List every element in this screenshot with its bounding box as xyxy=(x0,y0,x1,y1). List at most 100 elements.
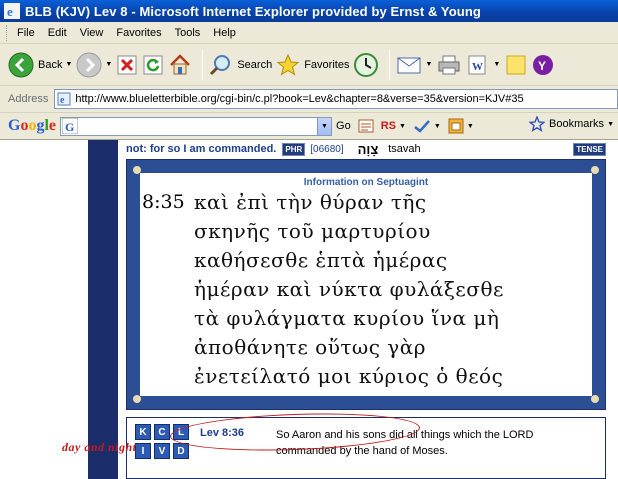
star-outline-icon xyxy=(529,116,546,132)
page-content: not: for so I am commanded. PHR [06680] … xyxy=(0,140,618,479)
menu-edit[interactable]: Edit xyxy=(48,27,67,39)
bookmarks-button[interactable]: Bookmarks ▼ xyxy=(529,116,614,132)
standard-toolbar: Back ▼ ▼ Search Favorites ▼ W ▼ Y xyxy=(0,44,618,86)
menu-view[interactable]: View xyxy=(80,27,104,39)
popup-dropdown-icon: ▼ xyxy=(466,122,474,130)
greek-line: ἀποθάνητε οὕτως γὰρ xyxy=(194,335,427,359)
kjv-phrase[interactable]: not: for so I am commanded. xyxy=(126,143,276,155)
menu-help[interactable]: Help xyxy=(213,27,236,39)
verse-number: 8:35 xyxy=(142,191,185,213)
svg-text:W: W xyxy=(472,61,483,73)
rs-label: RS xyxy=(380,120,396,132)
page-icon: e xyxy=(57,92,71,106)
back-arrow-icon xyxy=(8,52,34,77)
septuagint-panel: Information on Septuagint 8:35 καὶ ἐπὶ τ… xyxy=(126,159,606,410)
edit-dropdown-icon[interactable]: ▼ xyxy=(493,61,500,68)
navy-border-band xyxy=(88,140,118,479)
menu-bar: File Edit View Favorites Tools Help xyxy=(0,22,618,44)
menu-tools[interactable]: Tools xyxy=(175,27,201,39)
search-label: Search xyxy=(237,58,273,71)
spellcheck-icon xyxy=(414,120,430,133)
printer-icon xyxy=(438,55,460,74)
rs-button[interactable]: RS ▼ xyxy=(381,120,406,132)
favorites-button[interactable]: Favorites xyxy=(276,48,349,82)
google-g-icon: G xyxy=(62,118,79,134)
favorites-star-icon xyxy=(276,53,300,76)
address-label: Address xyxy=(8,93,49,105)
back-button[interactable]: Back ▼ xyxy=(8,48,72,82)
rs-dropdown-icon: ▼ xyxy=(398,122,406,130)
tense-badge[interactable]: TENSE xyxy=(573,142,606,156)
google-search-input[interactable]: G ▼ xyxy=(60,116,333,136)
window-title: BLB (KJV) Lev 8 - Microsoft Internet Exp… xyxy=(25,3,481,19)
greek-line: καὶ ἐπὶ τὴν θύραν τῆς xyxy=(194,190,427,214)
print-button[interactable] xyxy=(436,48,462,82)
back-label: Back xyxy=(38,58,63,71)
popup-blocker-icon xyxy=(448,118,464,134)
history-button[interactable] xyxy=(353,48,379,82)
home-button[interactable] xyxy=(168,48,192,82)
notes-button[interactable] xyxy=(504,48,528,82)
google-search-dropdown-icon[interactable]: ▼ xyxy=(317,117,332,135)
search-button[interactable]: Search xyxy=(209,48,272,82)
favorites-label: Favorites xyxy=(304,58,350,71)
stop-button[interactable] xyxy=(116,48,138,82)
edit-word-button[interactable]: W ▼ xyxy=(466,48,500,82)
google-logo[interactable]: Google xyxy=(8,117,56,135)
menu-file[interactable]: File xyxy=(17,27,35,39)
v-button[interactable]: V xyxy=(154,443,170,459)
url-text: http://www.blueletterbible.org/cgi-bin/c… xyxy=(75,93,524,105)
word-icon: W xyxy=(468,55,486,74)
greek-line: καθήσεσθε ἑπτὰ ἡμέρας xyxy=(194,248,448,272)
forward-button[interactable]: ▼ xyxy=(76,48,112,82)
mail-button[interactable]: ▼ xyxy=(396,48,432,82)
google-toolbar: Google G ▼ Go RS ▼ ▼ ▼ Bookmarks ▼ xyxy=(0,113,618,140)
google-go-button[interactable]: Go xyxy=(336,120,351,132)
bookmarks-label: Bookmarks xyxy=(549,118,605,130)
svg-text:e: e xyxy=(7,4,13,19)
history-icon xyxy=(354,52,379,77)
annotation-label: day and night xyxy=(62,440,137,454)
strongs-number[interactable]: [06680] xyxy=(310,144,343,155)
toolbar-grip[interactable] xyxy=(6,24,9,41)
bookmarks-dropdown-icon: ▼ xyxy=(607,120,614,128)
i-button[interactable]: I xyxy=(135,443,151,459)
septuagint-text-area: Information on Septuagint 8:35 καὶ ἐπὶ τ… xyxy=(140,173,592,396)
yahoo-icon: Y xyxy=(533,54,554,75)
ie-logo-icon: e xyxy=(4,3,20,19)
d-button[interactable]: D xyxy=(173,443,189,459)
greek-line: σκηνῆς τοῦ μαρτυρίου xyxy=(194,219,431,243)
popup-button[interactable]: ▼ xyxy=(448,118,474,134)
address-input[interactable]: e http://www.blueletterbible.org/cgi-bin… xyxy=(54,89,618,109)
phr-badge[interactable]: PHR xyxy=(282,142,306,156)
toolbar-separator xyxy=(389,49,391,80)
c-button[interactable]: C xyxy=(154,424,170,440)
toolbar-separator xyxy=(202,49,204,80)
k-button[interactable]: K xyxy=(135,424,151,440)
greek-line: τὰ φυλάγματα κυρίου ἵνα μὴ xyxy=(194,306,500,330)
forward-dropdown-icon[interactable]: ▼ xyxy=(105,61,112,68)
back-dropdown-icon[interactable]: ▼ xyxy=(65,61,72,68)
google-button-1[interactable] xyxy=(358,118,374,134)
stop-icon xyxy=(117,55,137,74)
check-button[interactable]: ▼ xyxy=(413,118,441,134)
svg-text:e: e xyxy=(60,95,65,106)
search-icon xyxy=(210,54,231,75)
svg-text:G: G xyxy=(65,120,74,134)
mail-dropdown-icon[interactable]: ▼ xyxy=(425,61,432,68)
home-icon xyxy=(170,53,191,74)
sticky-note-icon xyxy=(506,55,526,74)
yahoo-button[interactable]: Y xyxy=(532,48,554,82)
refresh-icon xyxy=(143,55,163,74)
left-margin xyxy=(0,140,88,479)
news-icon xyxy=(358,119,374,133)
menu-favorites[interactable]: Favorites xyxy=(116,27,161,39)
transliteration: tsavah xyxy=(388,143,421,155)
lexicon-row: not: for so I am commanded. PHR [06680] … xyxy=(126,140,606,158)
address-bar: Address e http://www.blueletterbible.org… xyxy=(0,86,618,113)
greek-line: ἐνετείλατό μοι κύριος ὁ θεός xyxy=(194,364,504,388)
septuagint-info-link[interactable]: Information on Septuagint xyxy=(140,177,592,188)
title-bar: e BLB (KJV) Lev 8 - Microsoft Internet E… xyxy=(0,0,618,22)
refresh-button[interactable] xyxy=(142,48,164,82)
forward-arrow-icon xyxy=(76,52,102,77)
